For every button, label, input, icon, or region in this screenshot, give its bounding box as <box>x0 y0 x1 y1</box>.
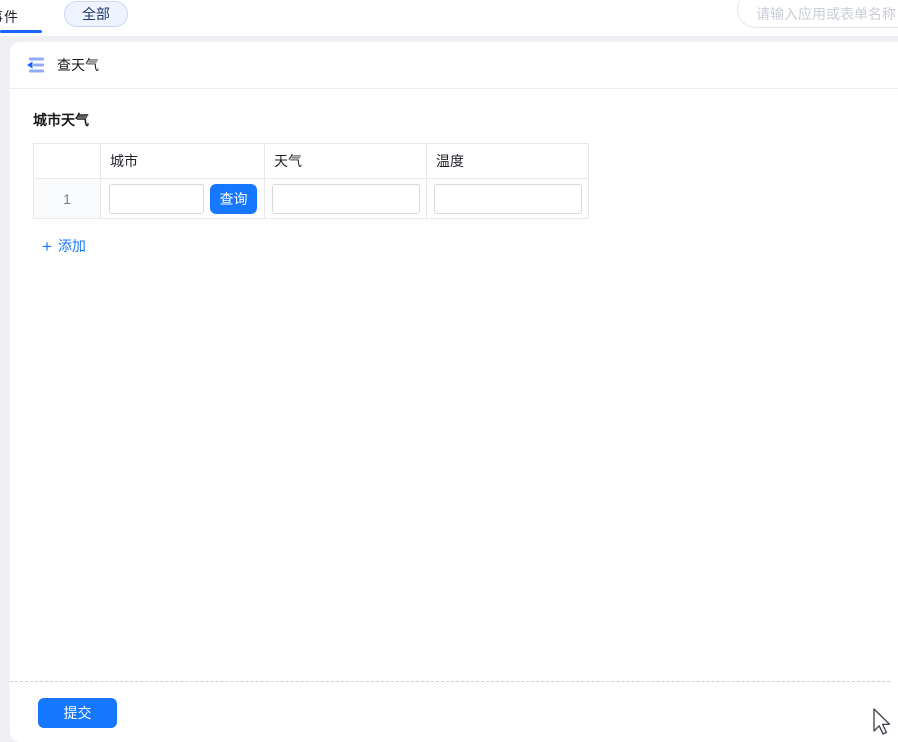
header-index <box>34 144 101 179</box>
panel-title: 查天气 <box>57 55 99 75</box>
search-input[interactable] <box>737 0 898 28</box>
table-row: 1 查询 <box>34 179 589 219</box>
header-city: 城市 <box>101 144 265 179</box>
city-weather-table: 城市 天气 温度 1 查询 <box>33 143 589 219</box>
temperature-input[interactable] <box>434 184 582 214</box>
header-temperature: 温度 <box>427 144 589 179</box>
city-cell: 查询 <box>101 179 265 219</box>
submit-button[interactable]: 提交 <box>38 698 117 728</box>
header-weather: 天气 <box>265 144 427 179</box>
row-index-cell: 1 <box>34 179 101 219</box>
filter-all-pill[interactable]: 全部 <box>64 1 128 27</box>
top-tab-bar: 事件 全部 <box>0 0 898 36</box>
weather-cell <box>265 179 427 219</box>
query-button[interactable]: 查询 <box>210 184 257 214</box>
plus-icon: + <box>42 238 52 255</box>
form-panel: 查天气 城市天气 城市 天气 温度 1 <box>10 42 898 742</box>
add-row-label: 添加 <box>58 236 86 256</box>
city-input[interactable] <box>109 184 204 214</box>
tab-events-label: 事件 <box>0 9 19 25</box>
tab-events[interactable]: 事件 <box>0 4 30 30</box>
weather-input[interactable] <box>272 184 420 214</box>
temperature-cell <box>427 179 589 219</box>
panel-header: 查天气 <box>10 42 898 89</box>
active-tab-underline <box>0 30 42 33</box>
form-body: 城市天气 城市 天气 温度 1 查询 <box>10 89 898 256</box>
table-field-label: 城市天气 <box>33 110 898 130</box>
back-collapse-icon[interactable] <box>26 56 46 74</box>
panel-footer: 提交 <box>10 681 890 728</box>
table-header-row: 城市 天气 温度 <box>34 144 589 179</box>
mouse-cursor-icon <box>872 708 892 736</box>
add-row-link[interactable]: + 添加 <box>42 236 86 256</box>
